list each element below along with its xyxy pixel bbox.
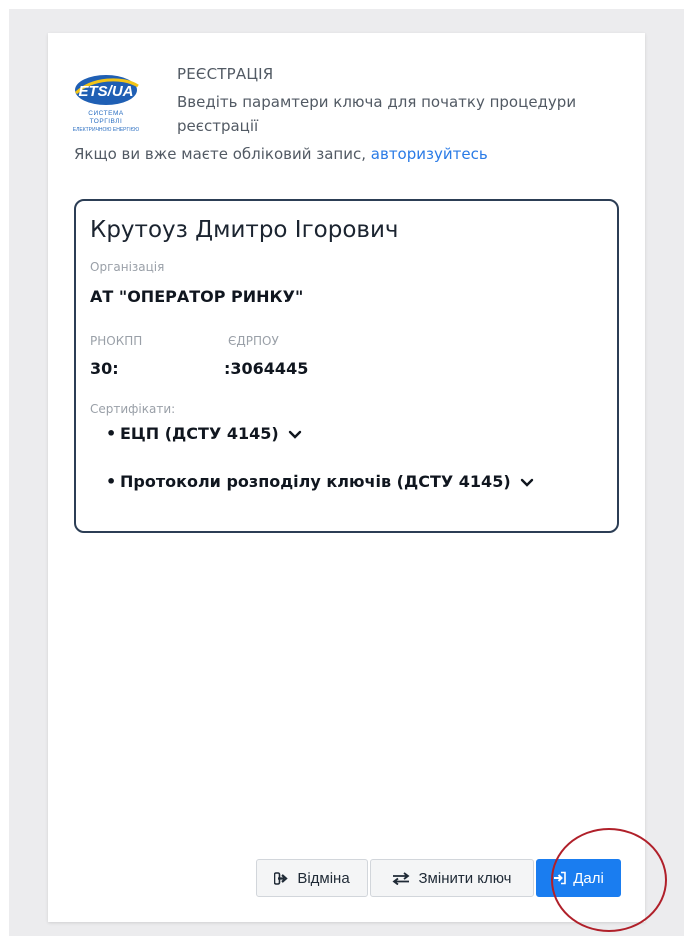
certificates-list: • ЕЦП (ДСТУ 4145) • Протоколи розподілу … bbox=[104, 424, 534, 520]
registration-card: ETS/UA СИСТЕМА ТОРГІВЛІ ЕЛЕКТРИЧНОЮ ЕНЕР… bbox=[48, 33, 645, 922]
page-title: РЕЄСТРАЦІЯ bbox=[177, 65, 274, 83]
ets-logo-mark-icon: ETS/UA bbox=[74, 75, 139, 105]
change-key-button[interactable]: Змінити ключ bbox=[370, 859, 534, 897]
organization-label: Організація bbox=[90, 260, 165, 274]
rnokpp-value: 30: bbox=[90, 359, 119, 378]
bullet-icon: • bbox=[106, 424, 117, 443]
page-description: Введіть парамтери ключа для початку проц… bbox=[177, 93, 577, 135]
next-button[interactable]: Далі bbox=[536, 859, 621, 897]
login-prompt: Якщо ви вже маєте обліковий запис, автор… bbox=[74, 145, 488, 163]
chevron-down-icon[interactable] bbox=[520, 478, 534, 488]
exchange-icon bbox=[392, 871, 410, 885]
certificates-label: Сертифікати: bbox=[90, 402, 176, 416]
logo-tagline: СИСТЕМА ТОРГІВЛІ ЕЛЕКТРИЧНОЮ ЕНЕРГІЄЮ bbox=[72, 110, 140, 134]
logo-tagline-line2: ЕЛЕКТРИЧНОЮ ЕНЕРГІЄЮ bbox=[72, 127, 140, 133]
change-key-button-label: Змінити ключ bbox=[418, 869, 512, 887]
sign-in-icon bbox=[553, 871, 567, 885]
ets-ua-logo: ETS/UA СИСТЕМА ТОРГІВЛІ ЕЛЕКТРИЧНОЮ ЕНЕР… bbox=[72, 70, 140, 133]
certificate-name: Протоколи розподілу ключів (ДСТУ 4145) bbox=[120, 472, 511, 491]
certificate-item[interactable]: • Протоколи розподілу ключів (ДСТУ 4145) bbox=[104, 472, 534, 520]
logo-tagline-line1: СИСТЕМА ТОРГІВЛІ bbox=[88, 110, 124, 125]
next-button-label: Далі bbox=[573, 869, 604, 887]
key-owner-name: Крутоуз Дмитро Ігорович bbox=[90, 217, 399, 243]
cancel-button-label: Відміна bbox=[297, 869, 350, 887]
edrpou-label: ЄДРПОУ bbox=[228, 334, 279, 348]
sign-out-icon bbox=[274, 871, 289, 885]
login-prompt-text: Якщо ви вже маєте обліковий запис, bbox=[74, 145, 371, 163]
key-info-panel: Крутоуз Дмитро Ігорович Організація АТ "… bbox=[74, 199, 619, 533]
login-link[interactable]: авторизуйтесь bbox=[371, 145, 488, 163]
organization-value: АТ "ОПЕРАТОР РИНКУ" bbox=[90, 287, 304, 306]
logo-text: ETS/UA bbox=[78, 83, 133, 100]
bullet-icon: • bbox=[106, 472, 117, 491]
rnokpp-label: РНОКПП bbox=[90, 334, 143, 348]
certificate-item[interactable]: • ЕЦП (ДСТУ 4145) bbox=[104, 424, 534, 472]
cancel-button[interactable]: Відміна bbox=[256, 859, 368, 897]
certificate-name: ЕЦП (ДСТУ 4145) bbox=[120, 424, 279, 443]
chevron-down-icon[interactable] bbox=[288, 430, 302, 440]
edrpou-value: :3064445 bbox=[224, 359, 309, 378]
